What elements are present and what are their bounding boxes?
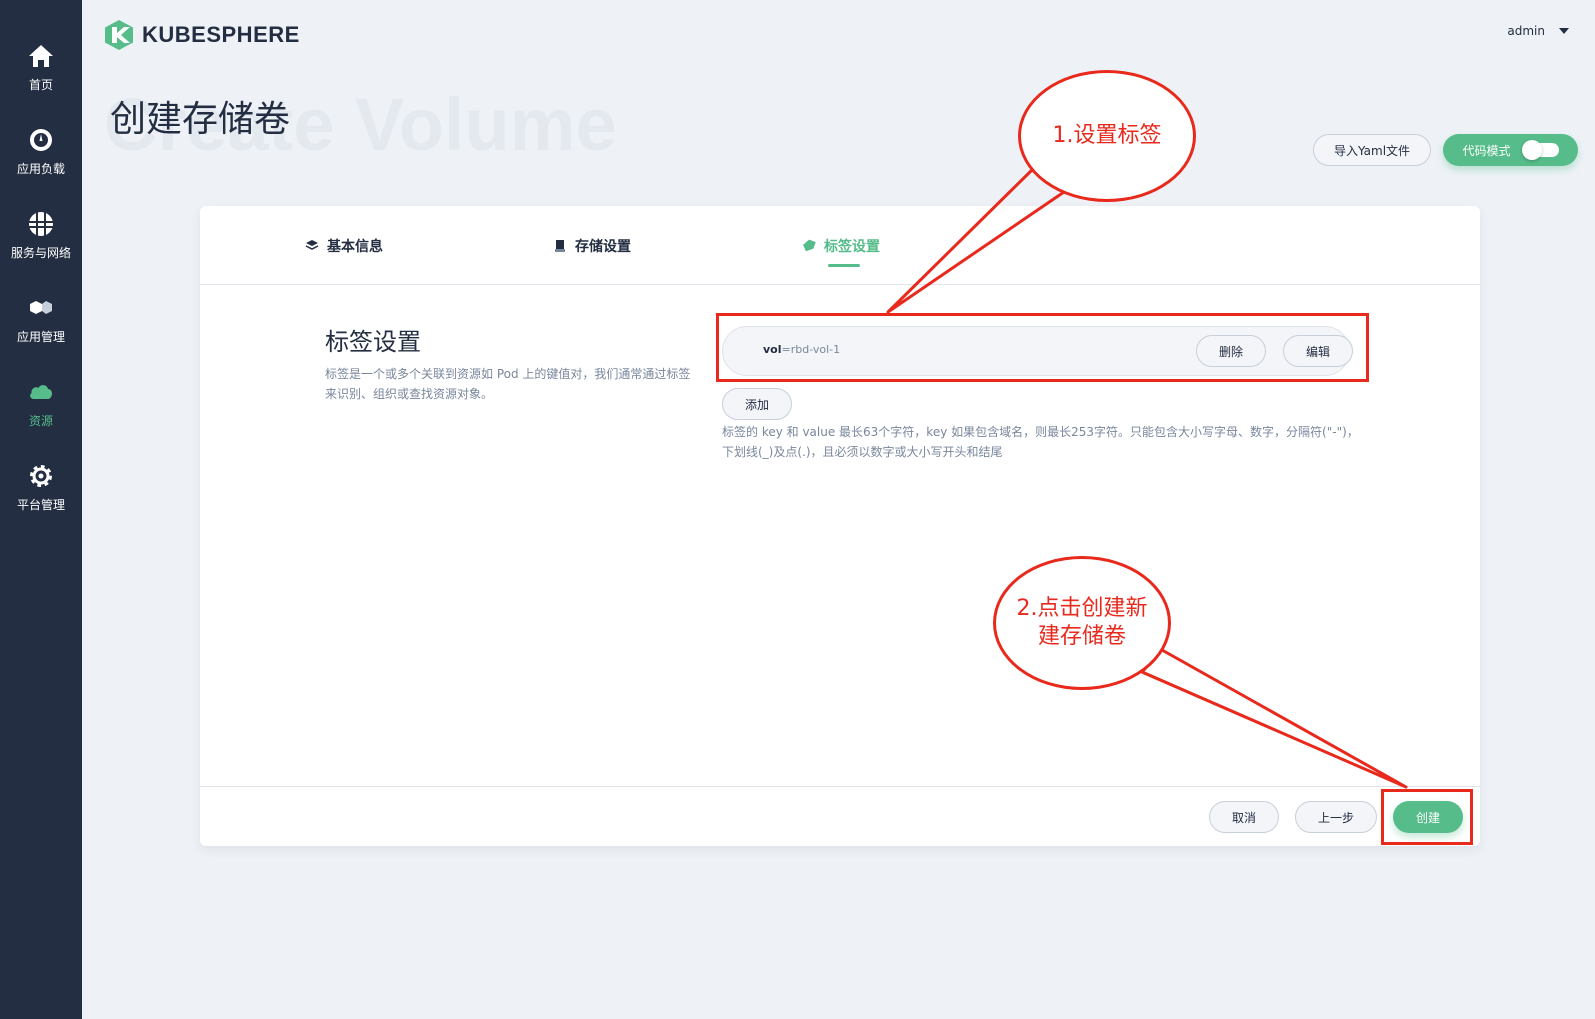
annotation-pointers — [886, 166, 1408, 789]
annotation-box-create — [1381, 789, 1473, 845]
annotation-step1: 1.设置标签 — [1018, 70, 1196, 202]
annotation-box-labels — [716, 313, 1369, 382]
annotation-step2: 2.点击创建新 建存储卷 — [993, 556, 1171, 690]
